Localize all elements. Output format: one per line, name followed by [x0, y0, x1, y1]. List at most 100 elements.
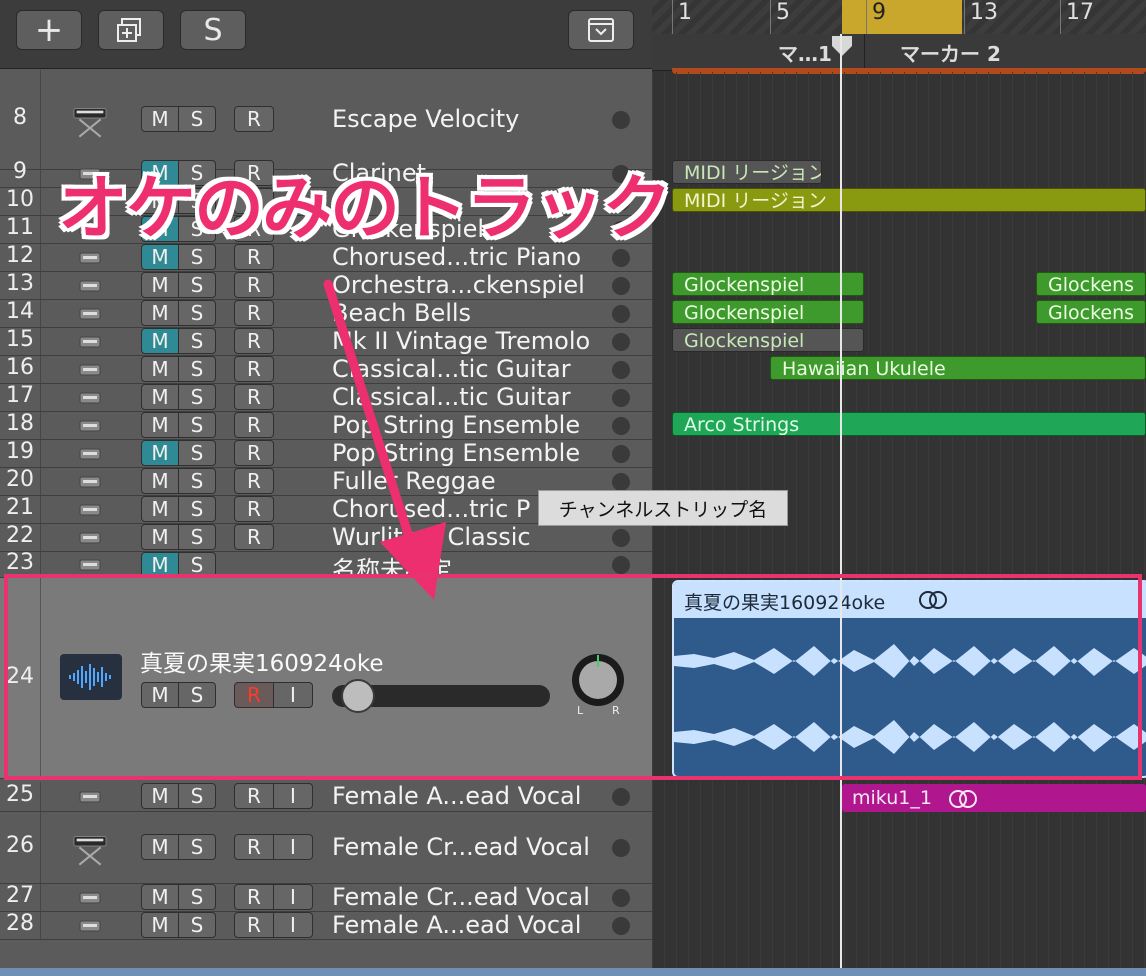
mute-button[interactable]: M — [141, 524, 179, 550]
global-solo-button[interactable]: S — [180, 10, 246, 50]
mute-button[interactable]: M — [141, 106, 179, 132]
midi-region[interactable]: Hawaiian Ukulele — [770, 356, 1146, 380]
record-enable-button[interactable]: R — [234, 682, 274, 708]
mute-solo-group: M S — [141, 384, 216, 412]
record-enable-button[interactable]: R — [234, 272, 274, 298]
solo-button[interactable]: S — [178, 496, 216, 522]
record-enable-button[interactable]: R — [234, 524, 274, 550]
add-folder-button[interactable] — [98, 10, 164, 50]
record-enable-button[interactable]: R — [234, 912, 274, 938]
record-enable-button[interactable]: R — [234, 468, 274, 494]
mute-button[interactable]: M — [141, 412, 179, 438]
solo-button[interactable]: S — [178, 783, 216, 809]
bar-number: 17 — [1066, 0, 1094, 25]
midi-region[interactable]: Glockenspiel — [672, 328, 864, 352]
record-enable-button[interactable]: R — [234, 328, 274, 354]
marker-1[interactable]: マ…1 — [778, 38, 832, 67]
mute-button[interactable]: M — [141, 496, 179, 522]
solo-button[interactable]: S — [178, 834, 216, 860]
solo-button[interactable]: S — [178, 440, 216, 466]
selected-track-name[interactable]: 真夏の果実160924oke — [140, 644, 384, 678]
solo-button[interactable]: S — [178, 524, 216, 550]
record-input-group: R — [234, 356, 274, 384]
volume-slider[interactable] — [332, 679, 550, 713]
input-monitor-button[interactable]: I — [273, 912, 313, 938]
solo-button[interactable]: S — [178, 300, 216, 326]
playhead-handle[interactable] — [832, 36, 852, 56]
marker-track[interactable]: マ…1 マーカー 2 — [652, 34, 1146, 74]
solo-button[interactable]: S — [178, 468, 216, 494]
record-enable-button[interactable]: R — [234, 834, 274, 860]
mute-button[interactable]: M — [141, 300, 179, 326]
midi-region[interactable]: MIDI リージョン — [672, 160, 822, 184]
volume-slider-knob[interactable] — [341, 679, 376, 713]
mute-solo-group: M S — [141, 682, 216, 710]
bottom-scrollbar[interactable] — [0, 968, 1146, 976]
solo-button[interactable]: S — [178, 552, 216, 578]
solo-button[interactable]: S — [178, 384, 216, 410]
track-name[interactable]: Female Cr...ead Vocal — [332, 883, 590, 911]
cycle-region[interactable] — [842, 0, 962, 34]
track-row[interactable]: 25 M S R I Female A...ead Vocal — [0, 782, 652, 812]
mute-button[interactable]: M — [141, 468, 179, 494]
record-enable-button[interactable]: R — [234, 884, 274, 910]
solo-button[interactable]: S — [178, 412, 216, 438]
track-filter-button[interactable] — [568, 10, 634, 50]
solo-button[interactable]: S — [178, 884, 216, 910]
track-number: 13 — [6, 271, 34, 296]
solo-button[interactable]: S — [178, 912, 216, 938]
track-row[interactable]: 26 M S R I Female Cr...ead Vocal — [0, 812, 652, 884]
input-monitor-button[interactable]: I — [273, 682, 313, 708]
record-enable-button[interactable]: R — [234, 106, 274, 132]
mute-button[interactable]: M — [141, 328, 179, 354]
mute-button[interactable]: M — [141, 356, 179, 382]
midi-region[interactable]: MIDI リージョン — [672, 188, 1146, 212]
bar-ruler[interactable]: 1 5 9 13 17 — [652, 0, 1146, 35]
record-enable-button[interactable]: R — [234, 412, 274, 438]
track-name[interactable]: Female A...ead Vocal — [332, 911, 581, 939]
solo-button[interactable]: S — [178, 356, 216, 382]
marker-2[interactable]: マーカー 2 — [900, 38, 1001, 67]
track-row[interactable]: 28 M S R I Female A...ead Vocal — [0, 911, 652, 940]
vocal-region[interactable]: miku1_1 — [842, 784, 1146, 812]
audio-region[interactable]: 真夏の果実160924oke — [672, 580, 1146, 778]
record-enable-button[interactable]: R — [234, 496, 274, 522]
midi-region[interactable]: Glockenspiel — [672, 272, 864, 296]
solo-button[interactable]: S — [178, 106, 216, 132]
mute-button[interactable]: M — [141, 384, 179, 410]
track-name[interactable]: Female Cr...ead Vocal — [332, 833, 590, 861]
tracks-area[interactable]: 1 5 9 13 17 マ…1 マーカー 2 MIDI リージョン MIDI リー… — [652, 0, 1146, 970]
mute-button[interactable]: M — [141, 884, 179, 910]
mute-button[interactable]: M — [141, 783, 179, 809]
midi-region[interactable]: Glockens — [1036, 300, 1146, 324]
input-monitor-button[interactable]: I — [273, 884, 313, 910]
track-name[interactable]: Female A...ead Vocal — [332, 782, 581, 810]
mute-button[interactable]: M — [141, 682, 179, 708]
input-monitor-button[interactable]: I — [273, 834, 313, 860]
midi-region[interactable]: Glockens — [1036, 272, 1146, 296]
solo-button[interactable]: S — [178, 328, 216, 354]
record-enable-button[interactable]: R — [234, 783, 274, 809]
record-enable-button[interactable]: R — [234, 356, 274, 382]
record-input-group: R — [234, 468, 274, 496]
track-name[interactable]: Escape Velocity — [332, 105, 519, 133]
playhead-line[interactable] — [840, 34, 842, 970]
divider — [40, 812, 41, 883]
mute-button[interactable]: M — [141, 912, 179, 938]
record-enable-button[interactable]: R — [234, 300, 274, 326]
record-enable-button[interactable]: R — [234, 384, 274, 410]
mute-button[interactable]: M — [141, 272, 179, 298]
midi-region[interactable]: Glockenspiel — [672, 300, 864, 324]
solo-button[interactable]: S — [178, 272, 216, 298]
track-row[interactable]: 27 M S R I Female Cr...ead Vocal — [0, 883, 652, 912]
mute-button[interactable]: M — [141, 440, 179, 466]
solo-button[interactable]: S — [178, 682, 216, 708]
midi-region[interactable]: Arco Strings — [672, 412, 1146, 436]
record-enable-button[interactable]: R — [234, 440, 274, 466]
pan-knob[interactable] — [572, 654, 624, 706]
singer-icon — [70, 818, 110, 878]
input-monitor-button[interactable]: I — [273, 783, 313, 809]
mute-button[interactable]: M — [141, 834, 179, 860]
mute-button[interactable]: M — [141, 552, 179, 578]
add-track-button[interactable]: + — [16, 10, 82, 50]
